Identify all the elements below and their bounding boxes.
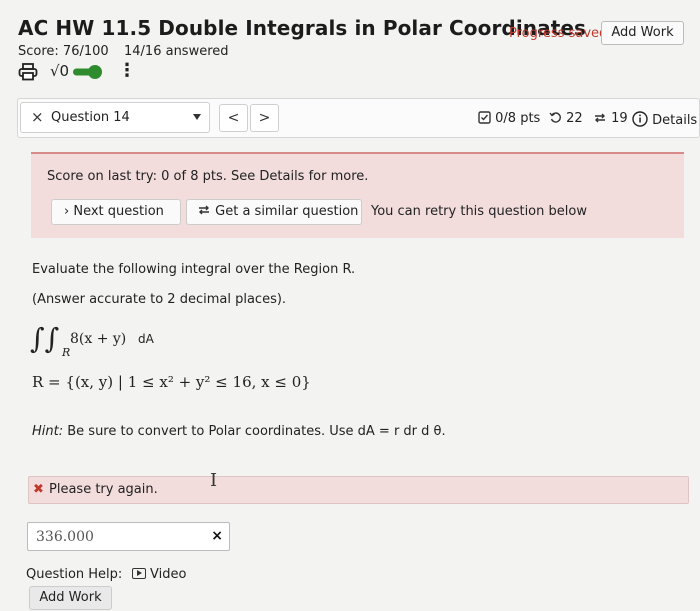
details-label: Details <box>652 113 698 128</box>
checkbox-icon <box>478 111 491 124</box>
next-question-arrow-button[interactable]: > <box>250 104 279 132</box>
retry-message: You can retry this question below <box>371 204 587 219</box>
retries-count: 19 <box>611 111 628 126</box>
question-selector[interactable]: × Question 14 <box>20 102 210 133</box>
video-icon <box>132 568 146 579</box>
retry-icon <box>595 113 605 123</box>
info-icon <box>632 111 648 127</box>
add-work-bottom-button[interactable]: Add Work <box>29 586 112 610</box>
retries-indicator: 19 <box>593 111 628 126</box>
next-question-button[interactable]: › Next question <box>51 199 181 225</box>
video-help-link[interactable]: Video <box>132 567 186 582</box>
region-definition: R = {(x, y) | 1 ≤ x² + y² ≤ 16, x ≤ 0} <box>32 373 311 391</box>
score-text: Score: 76/100 <box>18 44 109 59</box>
retry-icon <box>199 205 209 215</box>
answer-value: 336.000 <box>36 529 94 545</box>
chevron-right-icon: › <box>64 204 70 219</box>
differential-da: dA <box>138 332 154 346</box>
double-integral-sign: ∫∫ <box>30 322 60 355</box>
chevron-down-icon <box>193 114 201 120</box>
points-indicator: 0/8 pts <box>478 111 540 126</box>
points-text: 0/8 pts <box>495 111 541 126</box>
add-work-button[interactable]: Add Work <box>601 21 684 45</box>
printer-icon[interactable] <box>18 63 38 81</box>
next-question-label: Next question <box>73 204 164 219</box>
question-prompt: Evaluate the following integral over the… <box>32 262 356 277</box>
similar-question-label: Get a similar question <box>215 204 359 219</box>
accuracy-instruction: (Answer accurate to 2 decimal places). <box>32 292 287 307</box>
tries-count: 22 <box>566 111 583 126</box>
answer-input[interactable]: 336.000 × <box>27 522 230 551</box>
try-again-message: Please try again. <box>49 482 158 497</box>
hint: Hint: Be sure to convert to Polar coordi… <box>32 424 446 439</box>
close-icon[interactable]: × <box>31 108 44 126</box>
progress-status: Progress saved <box>509 26 608 41</box>
similar-question-button[interactable]: Get a similar question <box>186 199 362 225</box>
hint-label: Hint: <box>32 424 64 439</box>
incorrect-mark-icon: × <box>211 528 223 544</box>
last-try-score: Score on last try: 0 of 8 pts. See Detai… <box>47 169 369 184</box>
try-again-banner: ✖ Please try again. <box>28 476 689 504</box>
hint-text: Be sure to convert to Polar coordinates.… <box>67 424 446 439</box>
error-icon: ✖ <box>33 482 44 497</box>
video-label: Video <box>150 567 187 582</box>
tries-indicator: 22 <box>549 111 583 126</box>
math-entry-icon[interactable]: √0 <box>50 62 69 80</box>
feedback-panel <box>31 154 684 238</box>
page-title: AC HW 11.5 Double Integrals in Polar Coo… <box>18 16 587 40</box>
question-selector-label: Question 14 <box>51 110 130 125</box>
more-vertical-icon[interactable]: ⋮ <box>118 60 136 81</box>
region-subscript: R <box>62 346 71 359</box>
question-help-label: Question Help: <box>26 567 123 582</box>
text-cursor-icon: I <box>210 470 218 491</box>
details-button[interactable]: Details <box>632 111 697 128</box>
previous-question-button[interactable]: < <box>219 104 248 132</box>
integrand: 8(x + y) <box>70 331 127 347</box>
math-toggle-switch[interactable] <box>72 64 104 80</box>
undo-icon <box>549 112 561 123</box>
answered-count: 14/16 answered <box>124 44 229 59</box>
